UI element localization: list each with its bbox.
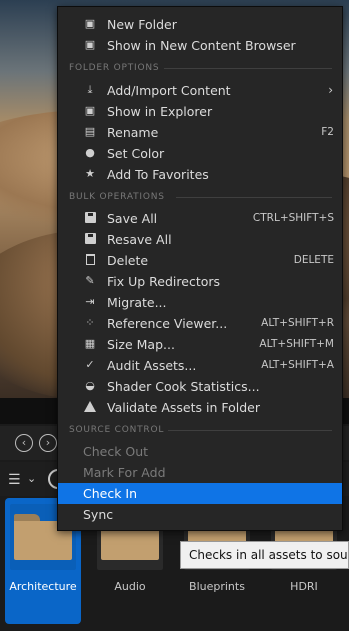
menu-item-label: Migrate... — [107, 295, 167, 310]
back-arrow-icon[interactable]: ‹ — [15, 434, 33, 452]
section-header-source-control: SOURCE CONTROL — [69, 425, 165, 435]
section-divider — [176, 197, 332, 198]
menu-item-label: Mark For Add — [83, 465, 166, 480]
menu-item-label: Show in Explorer — [107, 104, 213, 119]
folder-context-menu: ▣ New Folder ▣ Show in New Content Brows… — [57, 6, 343, 531]
menu-item-label: Validate Assets in Folder — [107, 400, 260, 415]
filter-icon[interactable]: ☰ — [8, 472, 21, 488]
forward-arrow-icon[interactable]: › — [39, 434, 57, 452]
menu-item-validate-assets-in-folder[interactable]: Validate Assets in Folder — [58, 397, 342, 418]
menu-item-show-in-explorer[interactable]: ▣ Show in Explorer — [58, 101, 342, 122]
size-map-icon: ▦ — [84, 337, 96, 350]
menu-item-label: Shader Cook Statistics... — [107, 379, 260, 394]
section-header-bulk-operations: BULK OPERATIONS — [69, 192, 165, 202]
star-icon: ★ — [85, 167, 95, 180]
migrate-icon: ⇥ — [85, 295, 95, 308]
menu-item-set-color[interactable]: ● Set Color — [58, 143, 342, 164]
menu-item-resave-all[interactable]: Resave All — [58, 229, 342, 250]
menu-item-shortcut: DELETE — [293, 254, 334, 266]
menu-item-new-folder[interactable]: ▣ New Folder — [58, 14, 342, 35]
menu-item-label: Save All — [107, 211, 158, 226]
folder-search-icon: ▣ — [84, 104, 96, 117]
menu-item-add-to-favorites[interactable]: ★ Add To Favorites — [58, 164, 342, 185]
menu-item-show-in-new-content-browser[interactable]: ▣ Show in New Content Browser — [58, 35, 342, 56]
asset-label: HDRI — [290, 580, 318, 593]
menu-item-shortcut: ALT+SHIFT+M — [259, 338, 334, 350]
trash-icon — [83, 253, 97, 267]
menu-item-label: Set Color — [107, 146, 165, 161]
menu-item-label: Sync — [83, 507, 114, 522]
flask-icon — [83, 400, 97, 414]
wrench-icon: ✎ — [85, 274, 95, 287]
reference-viewer-icon: ⁘ — [85, 316, 95, 329]
menu-item-fix-up-redirectors[interactable]: ✎ Fix Up Redirectors — [58, 271, 342, 292]
import-icon: ⤓ — [87, 83, 93, 96]
menu-item-label: New Folder — [107, 17, 177, 32]
menu-item-shortcut: ALT+SHIFT+A — [261, 359, 334, 371]
menu-item-label: Fix Up Redirectors — [107, 274, 221, 289]
menu-item-label: Reference Viewer... — [107, 316, 228, 331]
save-icon — [83, 232, 97, 246]
menu-item-delete[interactable]: Delete DELETE — [58, 250, 342, 271]
menu-item-rename[interactable]: ▤ Rename F2 — [58, 122, 342, 143]
section-header-folder-options: FOLDER OPTIONS — [69, 63, 160, 73]
audit-icon: ✓ — [85, 358, 95, 371]
menu-item-label: Audit Assets... — [107, 358, 197, 373]
menu-item-audit-assets[interactable]: ✓ Audit Assets... ALT+SHIFT+A — [58, 355, 342, 376]
menu-item-label: Delete — [107, 253, 149, 268]
menu-item-check-out[interactable]: Check Out — [58, 441, 342, 462]
menu-item-sync[interactable]: Sync — [58, 504, 342, 525]
submenu-arrow-icon: › — [328, 83, 333, 97]
menu-item-label: Add/Import Content — [107, 83, 231, 98]
menu-item-size-map[interactable]: ▦ Size Map... ALT+SHIFT+M — [58, 334, 342, 355]
menu-item-label: Check In — [83, 486, 138, 501]
asset-label: Architecture — [9, 580, 77, 593]
menu-item-shortcut: ALT+SHIFT+R — [261, 317, 334, 329]
menu-item-shortcut: F2 — [321, 126, 334, 138]
rename-icon: ▤ — [84, 125, 96, 138]
menu-item-label: Add To Favorites — [107, 167, 209, 182]
menu-item-label: Size Map... — [107, 337, 175, 352]
menu-item-save-all[interactable]: Save All CTRL+SHIFT+S — [58, 208, 342, 229]
menu-item-check-in[interactable]: Check In — [58, 483, 342, 504]
menu-item-label: Rename — [107, 125, 159, 140]
save-icon — [83, 211, 97, 225]
asset-label: Blueprints — [189, 580, 245, 593]
asset-label: Audio — [114, 580, 146, 593]
palette-icon: ● — [85, 146, 95, 159]
menu-item-label: Show in New Content Browser — [107, 38, 296, 53]
shader-icon: ◒ — [85, 379, 95, 392]
chevron-down-icon[interactable]: ⌄ — [27, 472, 36, 485]
menu-item-label: Resave All — [107, 232, 172, 247]
folder-search-icon: ▣ — [84, 38, 96, 51]
section-divider — [164, 68, 332, 69]
menu-item-label: Check Out — [83, 444, 149, 459]
menu-item-reference-viewer[interactable]: ⁘ Reference Viewer... ALT+SHIFT+R — [58, 313, 342, 334]
menu-item-mark-for-add[interactable]: Mark For Add — [58, 462, 342, 483]
menu-item-migrate[interactable]: ⇥ Migrate... — [58, 292, 342, 313]
menu-item-shortcut: CTRL+SHIFT+S — [252, 212, 334, 224]
menu-item-shader-cook-statistics[interactable]: ◒ Shader Cook Statistics... — [58, 376, 342, 397]
section-divider — [168, 430, 332, 431]
folder-plus-icon: ▣ — [84, 17, 96, 30]
check-in-tooltip: Checks in all assets to source control — [180, 541, 349, 569]
menu-item-add-import-content[interactable]: ⤓ Add/Import Content › — [58, 80, 342, 101]
